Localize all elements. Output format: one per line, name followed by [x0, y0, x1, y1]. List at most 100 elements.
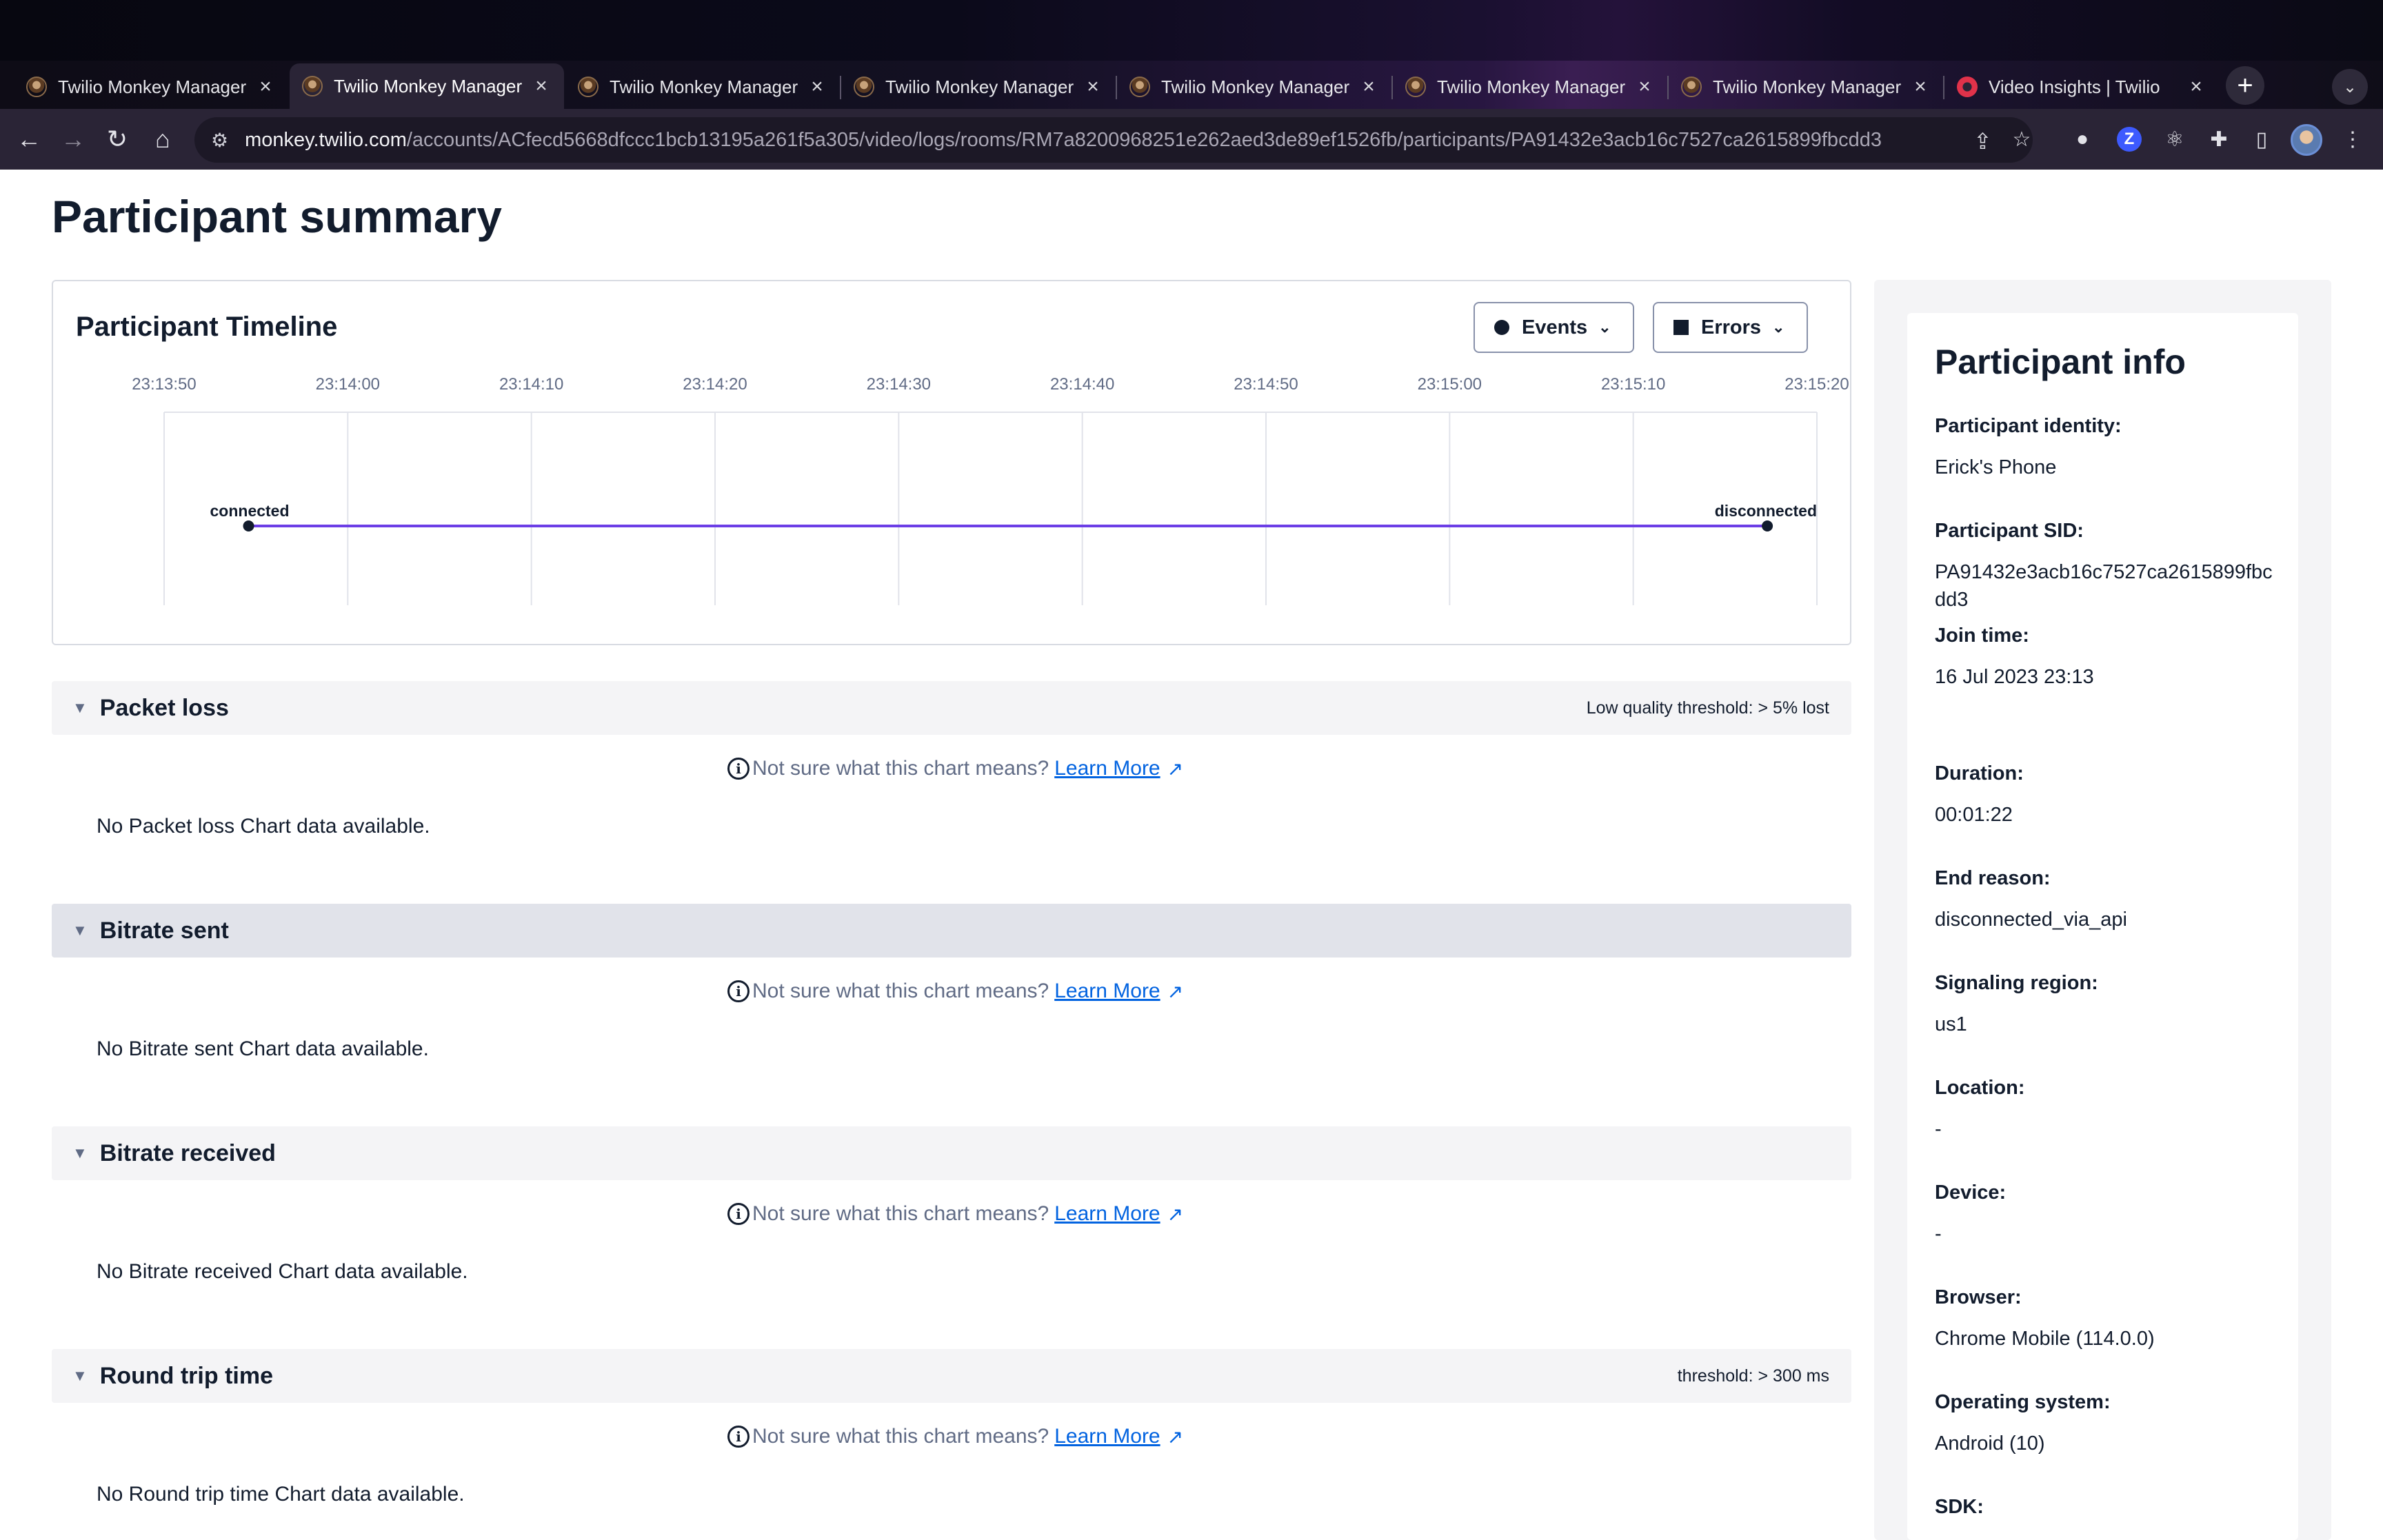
share-icon[interactable]: ⇪ — [1973, 128, 1992, 154]
info-label: Participant SID: — [1935, 520, 2084, 542]
chart-help-line: i Not sure what this chart means? Learn M… — [727, 757, 1183, 780]
chart-help-line: i Not sure what this chart means? Learn M… — [727, 980, 1183, 1003]
tab-title: Twilio Monkey Manager — [885, 76, 1074, 97]
home-button[interactable]: ⌂ — [146, 123, 179, 156]
participant-info-panel: Participant info Participant identity: Er… — [1907, 313, 2298, 1540]
help-question: Not sure what this chart means? — [752, 757, 1049, 780]
info-label: Device: — [1935, 1182, 2007, 1204]
url-text[interactable]: monkey.twilio.com/accounts/ACfecd5668dfc… — [245, 129, 1955, 152]
timeline-event-label: connected — [210, 502, 290, 520]
external-link-icon[interactable]: ↗ — [1167, 1426, 1183, 1448]
close-icon[interactable]: × — [255, 75, 276, 99]
arrow-left-icon: ← — [17, 125, 41, 153]
info-label: Duration: — [1935, 762, 2024, 784]
timeline-event-point — [1762, 520, 1773, 531]
close-icon[interactable]: × — [2186, 75, 2206, 99]
timeline-tick-label: 23:14:50 — [1234, 375, 1298, 394]
browser-tab-7[interactable]: Twilio Monkey Manager × — [1669, 66, 1943, 108]
section-header-2[interactable]: ▼ Bitrate sent — [52, 904, 1851, 958]
section-header-3[interactable]: ▼ Bitrate received — [52, 1126, 1851, 1180]
address-bar[interactable]: ⚙ monkey.twilio.com/accounts/ACfecd5668d… — [194, 117, 2033, 163]
external-link-icon[interactable]: ↗ — [1167, 980, 1183, 1003]
plus-icon: + — [2237, 70, 2253, 101]
chart-help-line: i Not sure what this chart means? Learn M… — [727, 1425, 1183, 1448]
participant-timeline-card: Participant Timeline Events ⌄ Errors ⌄ 2… — [52, 280, 1851, 645]
help-question: Not sure what this chart means? — [752, 1425, 1049, 1448]
learn-more-link[interactable]: Learn More — [1054, 1425, 1160, 1448]
caret-down-icon: ▼ — [72, 1367, 88, 1384]
info-label: Join time: — [1935, 625, 2029, 647]
extension-z-icon[interactable]: Z — [2117, 127, 2142, 152]
external-link-icon[interactable]: ↗ — [1167, 758, 1183, 780]
browser-tab-4[interactable]: Twilio Monkey Manager × — [841, 66, 1116, 108]
browser-tab-6[interactable]: Twilio Monkey Manager × — [1393, 66, 1667, 108]
info-label: Browser: — [1935, 1286, 2022, 1308]
external-link-icon[interactable]: ↗ — [1167, 1203, 1183, 1226]
info-label: Participant identity: — [1935, 415, 2122, 437]
caret-down-icon: ▼ — [72, 1144, 88, 1162]
info-label: End reason: — [1935, 867, 2051, 889]
profile-avatar[interactable] — [2291, 124, 2322, 156]
timeline-chart: 23:13:50 23:14:00 23:14:10 23:14:20 23:14:30… — [132, 375, 1849, 605]
tab-title: Twilio Monkey Manager — [1437, 76, 1626, 97]
info-icon: i — [727, 1203, 750, 1225]
threshold-label: Low quality threshold: > 5% lost — [1586, 698, 1829, 718]
monkey-favicon-icon — [1129, 77, 1150, 97]
puzzle-icon[interactable]: ✚ — [2204, 124, 2234, 154]
info-value: Android (10) — [1935, 1432, 2045, 1455]
tune-icon[interactable]: ⚙ — [211, 129, 228, 152]
extension-dark-icon[interactable]: ● — [2067, 124, 2098, 154]
side-panel-icon[interactable]: ▯ — [2246, 124, 2277, 154]
learn-more-link[interactable]: Learn More — [1054, 980, 1160, 1003]
tab-title: Video Insights | Twilio — [1989, 76, 2160, 97]
browser-tab-3[interactable]: Twilio Monkey Manager × — [565, 66, 840, 108]
tab-search-button[interactable]: ⌄ — [2332, 69, 2368, 105]
tab-title: Twilio Monkey Manager — [58, 76, 247, 97]
section-title: Packet loss — [99, 694, 229, 721]
url-path: /accounts/ACfecd5668dfccc1bcb13195a261f5… — [406, 128, 1882, 151]
browser-tab-5[interactable]: Twilio Monkey Manager × — [1117, 66, 1391, 108]
learn-more-link[interactable]: Learn More — [1054, 1202, 1160, 1226]
section-header-4[interactable]: ▼ Round trip time threshold: > 300 ms — [52, 1349, 1851, 1403]
timeline-tick-label: 23:15:20 — [1784, 375, 1849, 394]
browser-tab-1[interactable]: Twilio Monkey Manager × — [14, 66, 288, 108]
timeline-tick-label: 23:14:40 — [1050, 375, 1114, 394]
close-icon[interactable]: × — [1910, 75, 1931, 99]
monkey-favicon-icon — [26, 77, 47, 97]
monkey-favicon-icon — [1681, 77, 1702, 97]
star-icon[interactable]: ☆ — [2007, 124, 2037, 154]
close-icon[interactable]: × — [531, 74, 552, 98]
url-host: monkey.twilio.com — [245, 128, 407, 151]
monkey-favicon-icon — [854, 77, 874, 97]
close-icon[interactable]: × — [1083, 75, 1103, 99]
tab-title: Twilio Monkey Manager — [610, 76, 798, 97]
browser-toolbar: ← → ↻ ⌂ ⚙ monkey.twilio.com/accounts/ACf… — [0, 109, 2383, 170]
timeline-tick-label: 23:14:10 — [499, 375, 563, 394]
info-label: Operating system: — [1935, 1391, 2111, 1413]
help-question: Not sure what this chart means? — [752, 1202, 1049, 1225]
info-value: us1 — [1935, 1013, 1967, 1035]
section-header-1[interactable]: ▼ Packet loss Low quality threshold: > 5% … — [52, 681, 1851, 735]
new-tab-button[interactable]: + — [2226, 66, 2264, 105]
browser-tab-2[interactable]: Twilio Monkey Manager × — [290, 63, 564, 109]
learn-more-link[interactable]: Learn More — [1054, 757, 1160, 780]
no-data-message: No Packet loss Chart data available. — [97, 815, 430, 838]
react-devtools-icon[interactable]: ⚛ — [2160, 124, 2190, 154]
back-button[interactable]: ← — [12, 123, 46, 156]
forward-button[interactable]: → — [57, 123, 90, 156]
timeline-tick-label: 23:15:00 — [1418, 375, 1482, 394]
kebab-menu-icon[interactable]: ⋮ — [2337, 124, 2368, 154]
close-icon[interactable]: × — [1358, 75, 1379, 99]
close-icon[interactable]: × — [807, 75, 827, 99]
monkey-favicon-icon — [302, 76, 323, 97]
reload-button[interactable]: ↻ — [101, 123, 134, 156]
info-label: Location: — [1935, 1077, 2025, 1099]
home-icon: ⌂ — [155, 125, 170, 153]
caret-down-icon: ▼ — [72, 699, 88, 716]
info-label: SDK: — [1935, 1496, 1984, 1518]
info-icon: i — [727, 758, 750, 780]
close-icon[interactable]: × — [1634, 75, 1655, 99]
info-value: PA91432e3acb16c7527ca2615899fbcdd3 — [1935, 561, 2273, 611]
browser-tab-8[interactable]: Video Insights | Twilio × — [1944, 66, 2219, 108]
info-value: 16 Jul 2023 23:13 — [1935, 666, 2094, 688]
